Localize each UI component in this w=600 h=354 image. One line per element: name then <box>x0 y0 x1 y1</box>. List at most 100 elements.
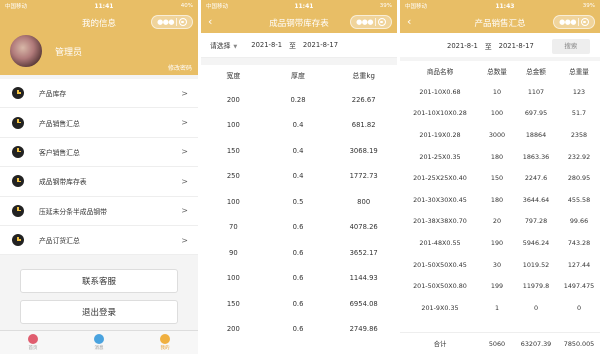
more-icon[interactable]: ●●● <box>559 18 576 26</box>
close-miniprogram-icon[interactable] <box>178 18 187 26</box>
table-cell: 100 <box>226 274 240 283</box>
table-cell: 4078.26 <box>349 223 378 232</box>
menu-item-label: 产品订货汇总 <box>39 237 80 246</box>
clock-icon <box>12 175 24 188</box>
table-cell: 0.6 <box>292 325 304 334</box>
table-row: 201-25X0.35 180 1863.36 232.92 <box>400 146 600 168</box>
table-cell: 0.28 <box>290 95 306 104</box>
table-cell: 0.4 <box>292 172 304 181</box>
clock: 11:41 <box>294 2 314 10</box>
date-from-picker[interactable]: 2021-8-1 <box>251 41 282 49</box>
tab-bar: 首页 消息 我的 <box>0 330 198 354</box>
table-cell: 1144.93 <box>349 274 378 283</box>
menu-item-label: 客户销售汇总 <box>39 148 80 157</box>
miniprogram-capsule[interactable]: ●●● <box>553 15 595 29</box>
filter-bar: 2021-8-1 至 2021-8-17 搜索 <box>400 35 600 57</box>
table-cell: 200 <box>226 325 240 334</box>
table-cell: 5946.24 <box>522 238 550 247</box>
table-row: 201-50X50X0.45 30 1019.52 127.44 <box>400 254 600 276</box>
table-cell: 280.95 <box>567 174 591 183</box>
table-cell: 201-19X0.28 <box>419 130 461 139</box>
table-row: 201-19X0.28 3000 18864 2358 <box>400 124 600 146</box>
table-cell: 1772.73 <box>349 172 378 181</box>
chevron-right-icon: > <box>181 88 188 98</box>
table-cell: 232.92 <box>567 152 591 161</box>
table-cell: 150 <box>490 174 504 183</box>
chevron-right-icon: > <box>181 206 188 216</box>
more-icon[interactable]: ●●● <box>157 18 174 26</box>
table-cell: 99.66 <box>569 217 589 226</box>
total-weight: 7850.005 <box>563 339 595 348</box>
tab-home[interactable]: 首页 <box>28 334 38 351</box>
back-icon[interactable]: ‹ <box>208 15 212 28</box>
product-sales-screen: 中国移动 11:43 39% ‹ 产品销售汇总 ●●● 2021-8-1 至 2… <box>400 0 600 354</box>
carrier-label: 中国移动 <box>405 4 428 10</box>
table-row: 201-9X0.35 1 0 0 <box>400 297 600 319</box>
steel-strip-table: 宽度 厚度 总重kg 200 0.28 226.67 100 0.4 681.82 150 0… <box>201 65 397 342</box>
table-cell: 123 <box>572 87 586 96</box>
menu-item-order-summary[interactable]: 产品订货汇总 > <box>0 226 198 256</box>
status-bar: 中国移动 11:43 39% <box>400 0 600 12</box>
menu-item-rolled-strip[interactable]: 压延未分条半成品钢带 > <box>0 197 198 226</box>
table-row: 90 0.6 3652.17 <box>201 240 397 266</box>
date-from-picker[interactable]: 2021-8-1 <box>447 42 478 50</box>
table-cell: 100 <box>226 197 240 206</box>
total-label: 合计 <box>433 340 447 348</box>
edit-password-link[interactable]: 修改密码 <box>168 63 192 72</box>
menu-item-label: 压延未分条半成品钢带 <box>39 207 107 216</box>
table-row: 201-30X30X0.45 180 3644.64 455.58 <box>400 189 600 211</box>
clock: 11:41 <box>94 2 114 10</box>
column-header: 总数量 <box>487 68 507 76</box>
table-header: 商品名称 总数量 总金额 总重量 <box>400 61 600 81</box>
menu-item-customer-sales[interactable]: 客户销售汇总 > <box>0 138 198 168</box>
product-sales-table: 商品名称 总数量 总金额 总重量 201-10X0.68 10 1107 123 201… <box>400 61 600 319</box>
date-to-picker[interactable]: 2021-8-17 <box>303 41 338 49</box>
menu-item-steel-strip-stock[interactable]: 成品钢带库存表 > <box>0 167 198 197</box>
menu-item-label: 产品销售汇总 <box>39 119 80 128</box>
tab-messages[interactable]: 消息 <box>94 334 104 351</box>
table-cell: 201-50X50X0.80 <box>413 282 467 291</box>
clock-icon <box>12 87 24 100</box>
table-row: 201-50X50X0.80 199 11979.8 1497.475 <box>400 275 600 297</box>
table-cell: 743.28 <box>567 238 591 247</box>
table-row: 201-25X25X0.40 150 2247.6 280.95 <box>400 167 600 189</box>
table-cell: 18864 <box>525 130 547 139</box>
category-select[interactable]: 请选择 ▼ <box>210 40 237 50</box>
table-cell: 201-9X0.35 <box>421 303 459 312</box>
battery-label: 39% <box>582 3 595 9</box>
date-to-picker[interactable]: 2021-8-17 <box>499 42 534 50</box>
close-miniprogram-icon[interactable] <box>580 18 589 26</box>
menu-item-product-sales[interactable]: 产品销售汇总 > <box>0 108 198 138</box>
carrier-label: 中国移动 <box>5 4 28 10</box>
close-miniprogram-icon[interactable] <box>377 18 386 26</box>
battery-label: 39% <box>379 3 392 9</box>
search-button[interactable]: 搜索 <box>551 38 590 54</box>
miniprogram-capsule[interactable]: ●●● <box>151 15 193 29</box>
table-cell: 180 <box>490 152 504 161</box>
table-cell: 0.4 <box>292 121 304 130</box>
contact-service-button[interactable]: 联系客服 <box>20 269 178 294</box>
clock: 11:43 <box>495 2 515 10</box>
tab-mine[interactable]: 我的 <box>160 334 170 351</box>
more-icon[interactable]: ●●● <box>356 18 373 26</box>
table-cell: 201-25X0.35 <box>419 152 461 161</box>
table-cell: 201-48X0.55 <box>419 238 461 247</box>
logout-button[interactable]: 退出登录 <box>20 300 178 325</box>
table-row: 201-10X10X0.28 100 697.95 51.7 <box>400 103 600 125</box>
menu-item-product-stock[interactable]: 产品库存 > <box>0 79 198 109</box>
menu-list: 产品库存 > 产品销售汇总 > 客户销售汇总 > 成品钢带库存表 > 压延未分条… <box>0 79 198 256</box>
table-cell: 1019.52 <box>522 260 550 269</box>
clock-icon <box>12 116 24 129</box>
table-cell: 0 <box>533 303 539 312</box>
avatar[interactable] <box>9 34 43 68</box>
page-title: 我的信息 <box>81 18 116 29</box>
tab-label: 消息 <box>94 346 104 351</box>
date-range-separator: 至 <box>484 43 492 51</box>
table-cell: 0.6 <box>292 274 304 283</box>
table-cell: 201-10X10X0.28 <box>413 109 467 118</box>
table-row: 201-10X0.68 10 1107 123 <box>400 81 600 103</box>
table-cell: 150 <box>226 299 240 308</box>
table-cell: 455.58 <box>567 195 591 204</box>
miniprogram-capsule[interactable]: ●●● <box>350 15 392 29</box>
back-icon[interactable]: ‹ <box>407 15 411 28</box>
